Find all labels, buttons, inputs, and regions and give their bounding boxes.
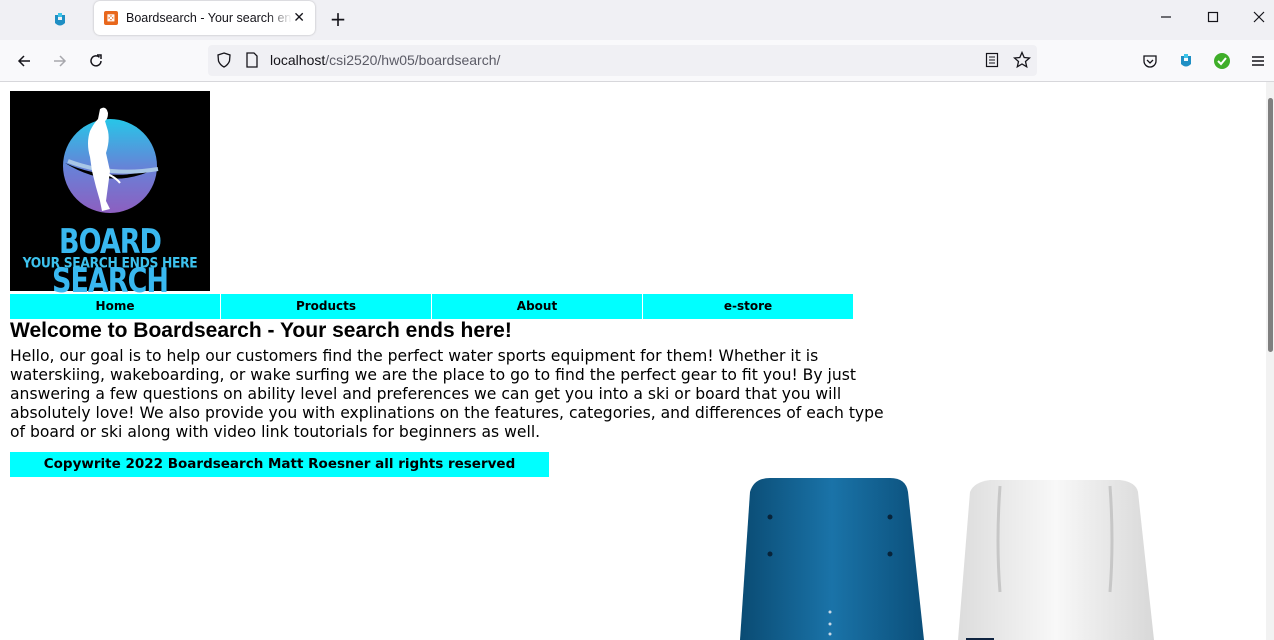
back-arrow-icon[interactable]: [12, 49, 36, 73]
board-illustrations: [740, 478, 1154, 640]
nav-home[interactable]: Home: [10, 294, 220, 319]
tab-title: Boardsearch - Your search ends here!: [126, 11, 292, 25]
close-icon[interactable]: ✕: [293, 10, 305, 26]
star-icon[interactable]: [1012, 50, 1032, 73]
minimize-icon[interactable]: [1151, 8, 1181, 30]
tab-favicon: ⊠: [104, 11, 118, 25]
plus-icon[interactable]: +: [327, 8, 349, 30]
maximize-icon[interactable]: [1198, 8, 1228, 30]
active-tab[interactable]: ⊠ Boardsearch - Your search ends here! ✕: [94, 1, 315, 35]
wakeboard-blue: [740, 478, 924, 640]
extension-icon[interactable]: [1174, 49, 1198, 73]
pocket-icon[interactable]: [1138, 49, 1162, 73]
extension-icon: [55, 13, 65, 26]
check-icon[interactable]: [1210, 49, 1234, 73]
menu-icon[interactable]: [1246, 49, 1270, 73]
reader-mode-icon[interactable]: [985, 52, 999, 72]
window-close-icon[interactable]: [1244, 8, 1274, 30]
url-bar[interactable]: localhost/csi2520/hw05/boardsearch/: [208, 45, 1037, 76]
reload-icon[interactable]: [84, 49, 108, 73]
wakeboard-white: [958, 480, 1154, 640]
board-images: [700, 462, 1200, 640]
url-text[interactable]: localhost/csi2520/hw05/boardsearch/: [270, 52, 500, 68]
main-nav: Home Products About e-store: [10, 294, 853, 319]
nav-products[interactable]: Products: [221, 294, 431, 319]
intro-paragraph: Hello, our goal is to help our customers…: [10, 347, 884, 441]
nav-e-store[interactable]: e-store: [643, 294, 853, 319]
browser-toolbar: localhost/csi2520/hw05/boardsearch/: [0, 40, 1274, 82]
scrollbar-thumb[interactable]: [1268, 98, 1273, 352]
tab-strip: ⊠ Boardsearch - Your search ends here! ✕…: [0, 0, 1274, 40]
copyright-footer: Copywrite 2022 Boardsearch Matt Roesner …: [10, 452, 549, 477]
page-icon[interactable]: [245, 52, 259, 72]
url-host: localhost: [270, 52, 326, 68]
shield-icon[interactable]: [216, 52, 232, 72]
pinned-tab[interactable]: [44, 6, 76, 34]
url-path: /csi2520/hw05/boardsearch/: [325, 52, 501, 68]
board-search-logo: BOARD SEARCH YOUR SEARCH ENDS HERE: [10, 91, 210, 301]
page-viewport: BOARD SEARCH YOUR SEARCH ENDS HERE Home …: [0, 82, 1266, 640]
page-title: Welcome to Boardsearch - Your search end…: [10, 319, 512, 342]
nav-about[interactable]: About: [432, 294, 642, 319]
forward-arrow-icon[interactable]: [48, 49, 72, 73]
logo-tagline: YOUR SEARCH ENDS HERE: [22, 255, 198, 272]
